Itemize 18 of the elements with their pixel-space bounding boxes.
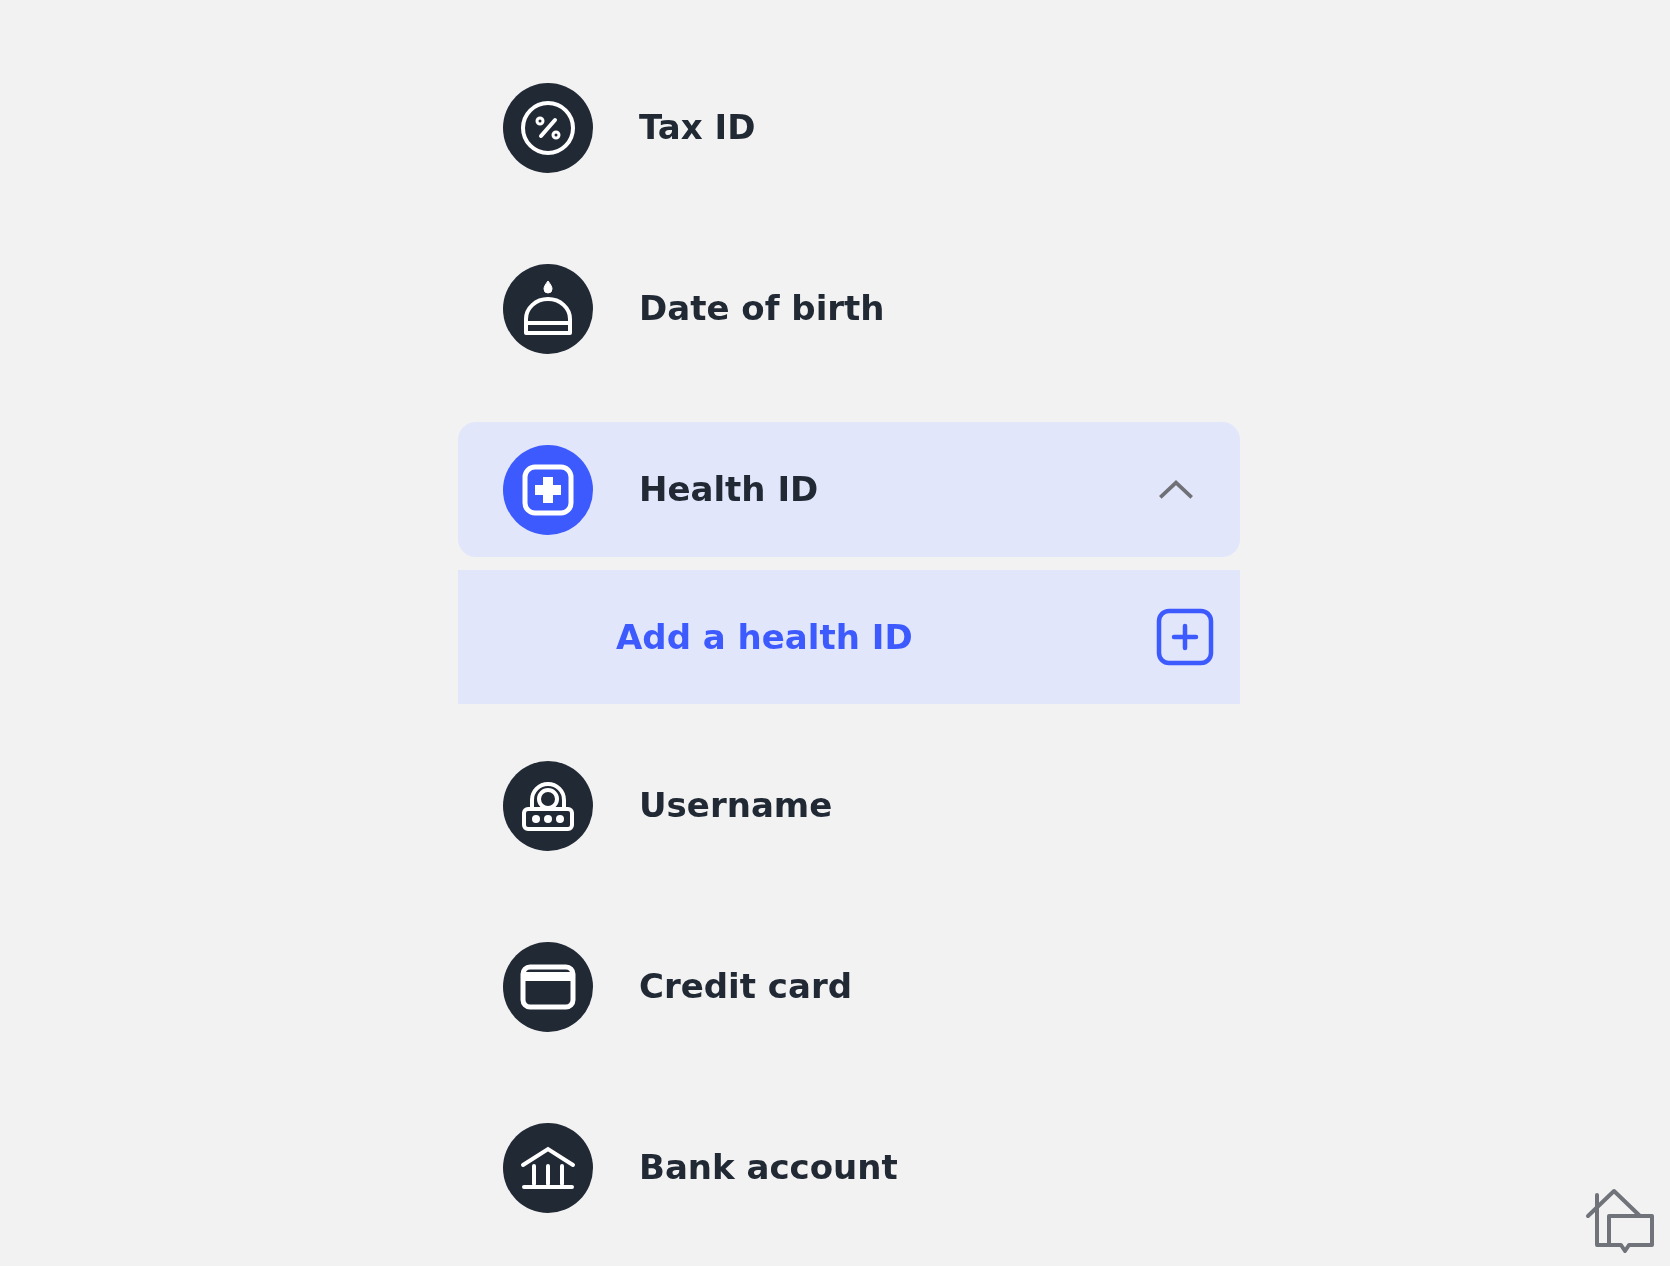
list-item[interactable]: Bank account (458, 1100, 1240, 1235)
add-link[interactable]: Add a health ID (616, 611, 913, 663)
item-label: Health ID (639, 468, 819, 511)
medical-cross-icon (522, 463, 574, 516)
item-label: Username (639, 784, 833, 827)
item-label: Date of birth (639, 287, 885, 330)
credit-card-icon (520, 963, 576, 1010)
list-item[interactable]: Tax ID (458, 60, 1240, 195)
bank-icon (520, 1144, 576, 1191)
item-label: Tax ID (639, 106, 756, 149)
list-item-highlighted[interactable]: Health ID (458, 422, 1240, 557)
list-item[interactable]: Username (458, 738, 1240, 873)
item-label: Bank account (639, 1146, 898, 1189)
list-item[interactable]: Date of birth (458, 241, 1240, 376)
item-label: Credit card (639, 965, 853, 1008)
percent-icon (520, 99, 576, 156)
add-icon[interactable] (1156, 608, 1214, 666)
list-item[interactable]: Credit card (458, 919, 1240, 1054)
